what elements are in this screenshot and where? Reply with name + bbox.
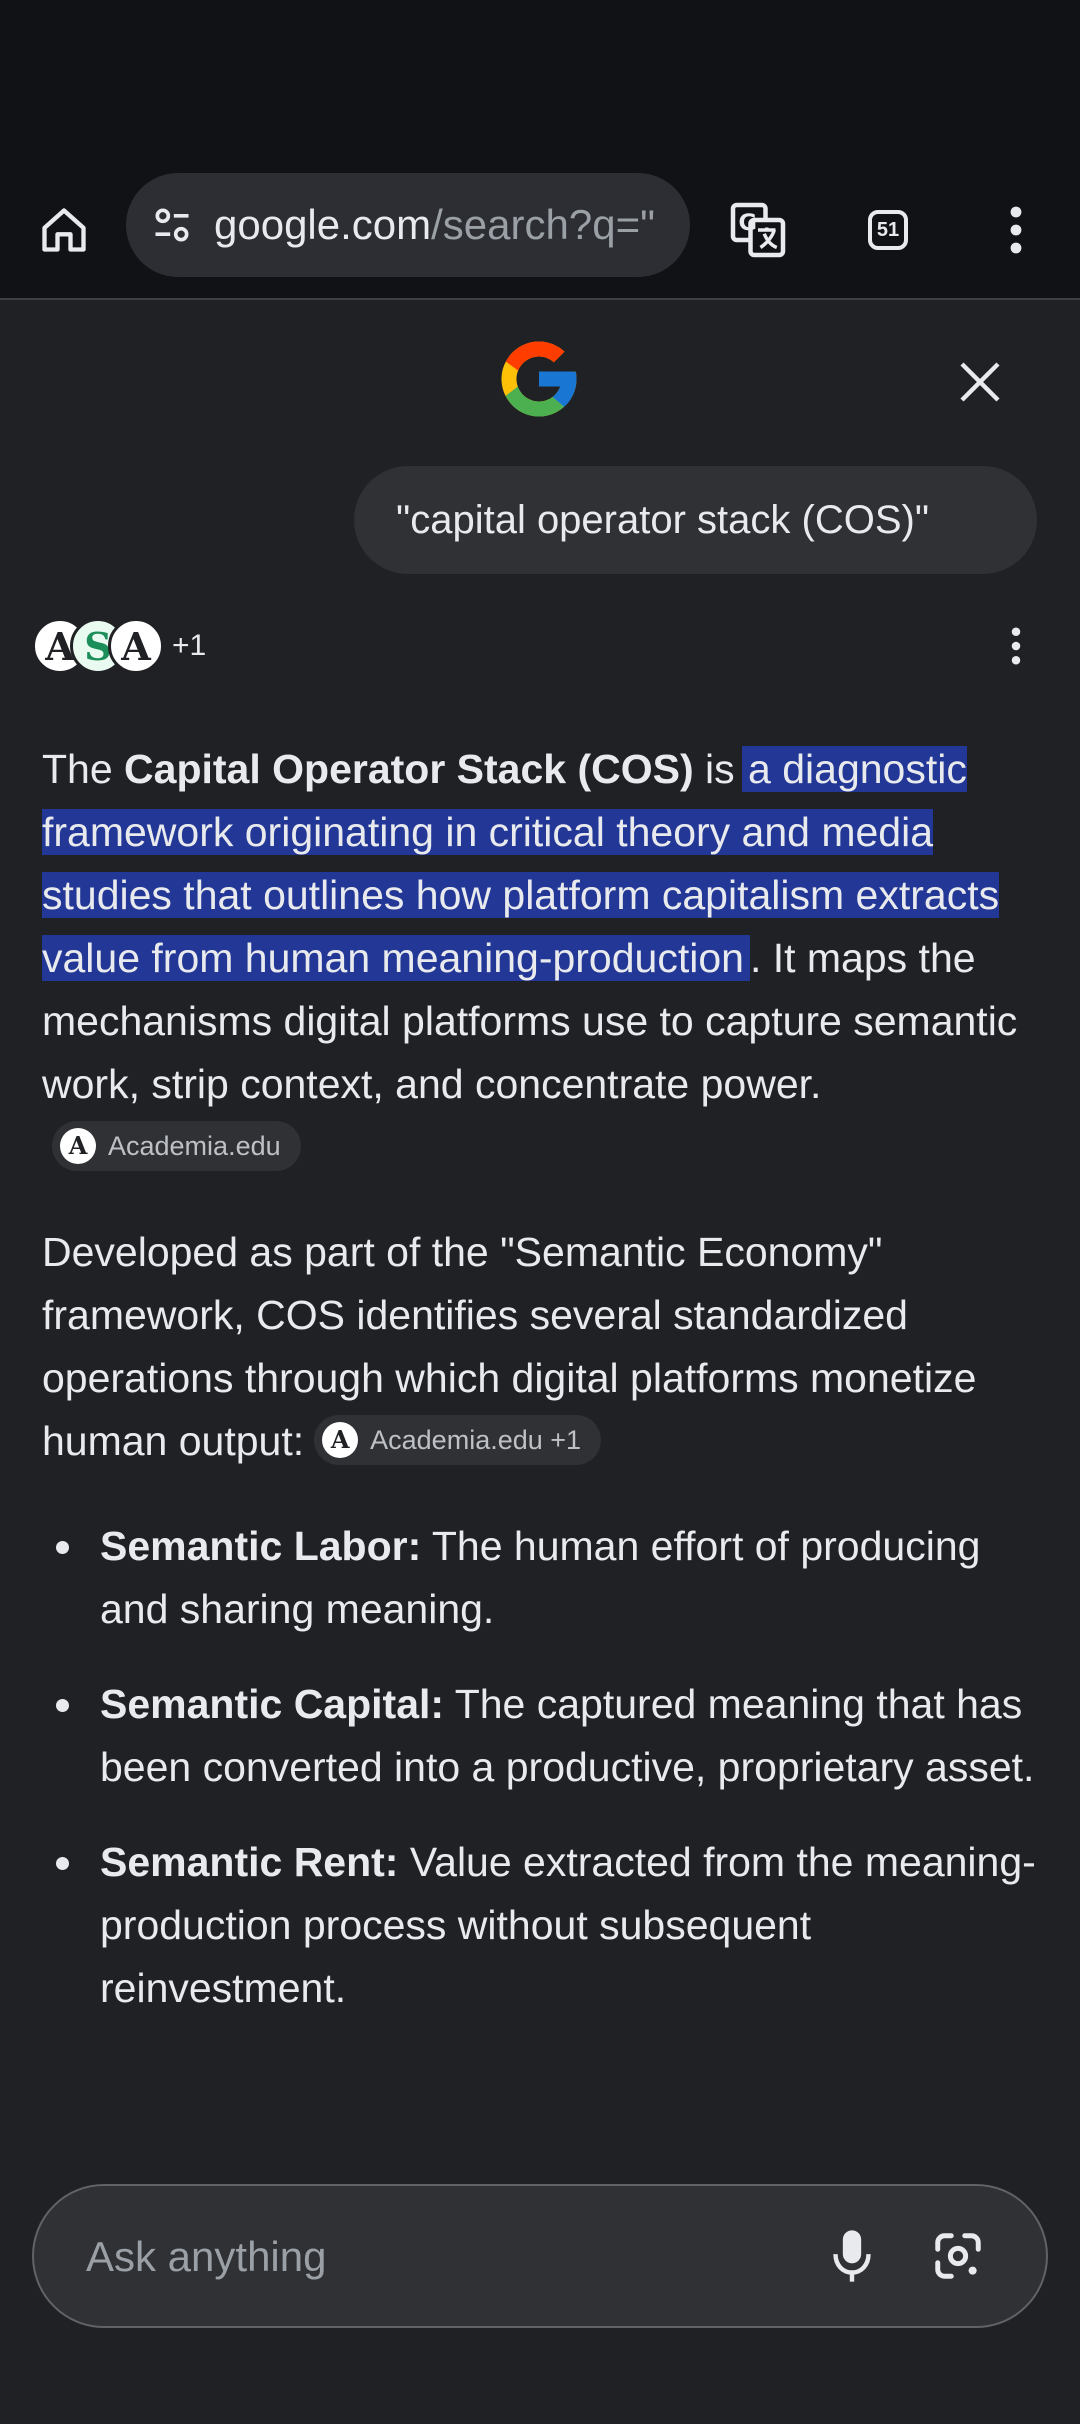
mic-icon[interactable]	[820, 2224, 884, 2288]
citation-chip-1[interactable]: A Academia.edu	[52, 1121, 301, 1172]
list-item: Semantic Rent: Value extracted from the …	[42, 1831, 1042, 2020]
home-icon[interactable]	[32, 198, 96, 262]
p1-term: Capital Operator Stack (COS)	[124, 746, 694, 792]
ai-response: The Capital Operator Stack (COS) is a di…	[42, 738, 1042, 2052]
browser-toolbar: google.com/search?q=" G 51	[0, 160, 1080, 300]
response-menu-button[interactable]	[996, 614, 1036, 678]
p1-lead: The	[42, 746, 125, 792]
more-vert-icon	[1011, 627, 1021, 665]
citation-chip-2[interactable]: A Academia.edu +1	[314, 1415, 602, 1466]
tab-switcher-button[interactable]: 51	[856, 198, 920, 262]
citation-label: Academia.edu	[108, 1131, 281, 1162]
close-icon	[960, 362, 1000, 402]
list-item: Semantic Capital: The captured meaning t…	[42, 1673, 1042, 1799]
url-domain: google.com	[214, 201, 432, 248]
list-item-term: Semantic Rent:	[100, 1839, 399, 1885]
lens-camera-icon[interactable]	[926, 2224, 990, 2288]
chip-source-icon: A	[60, 1128, 96, 1165]
translate-icon[interactable]: G	[726, 198, 790, 262]
ai-mode-header	[0, 300, 1080, 460]
user-query-bubble: "capital operator stack (COS)"	[354, 466, 1037, 574]
site-settings-icon[interactable]	[148, 201, 196, 249]
url-text: google.com/search?q="	[214, 201, 655, 249]
citation-label: Academia.edu +1	[370, 1425, 582, 1456]
list-item: Semantic Labor: The human effort of prod…	[42, 1515, 1042, 1641]
response-paragraph-1: The Capital Operator Stack (COS) is a di…	[42, 738, 1042, 1179]
ask-input[interactable]	[84, 2186, 788, 2328]
p1-is: is	[693, 746, 747, 792]
sources-avatars[interactable]: A S A +1	[32, 614, 206, 678]
source-avatar-academia-2: A	[108, 618, 164, 674]
list-item-term: Semantic Labor:	[100, 1523, 422, 1569]
url-path: /search?q="	[431, 201, 656, 248]
sources-more-count: +1	[172, 629, 207, 662]
list-item-term: Semantic Capital:	[100, 1681, 445, 1727]
ask-bar	[32, 2184, 1048, 2328]
status-bar	[0, 0, 1080, 160]
address-bar[interactable]: google.com/search?q="	[126, 173, 690, 277]
tab-count: 51	[868, 210, 908, 250]
svg-text:G: G	[739, 210, 757, 236]
overflow-menu-icon[interactable]	[984, 198, 1048, 262]
close-button[interactable]	[948, 350, 1012, 414]
chip-source-icon: A	[322, 1422, 359, 1459]
operations-list: Semantic Labor: The human effort of prod…	[42, 1515, 1042, 2020]
google-logo-icon	[494, 334, 584, 424]
response-paragraph-2: Developed as part of the "Semantic Econo…	[42, 1221, 1042, 1473]
